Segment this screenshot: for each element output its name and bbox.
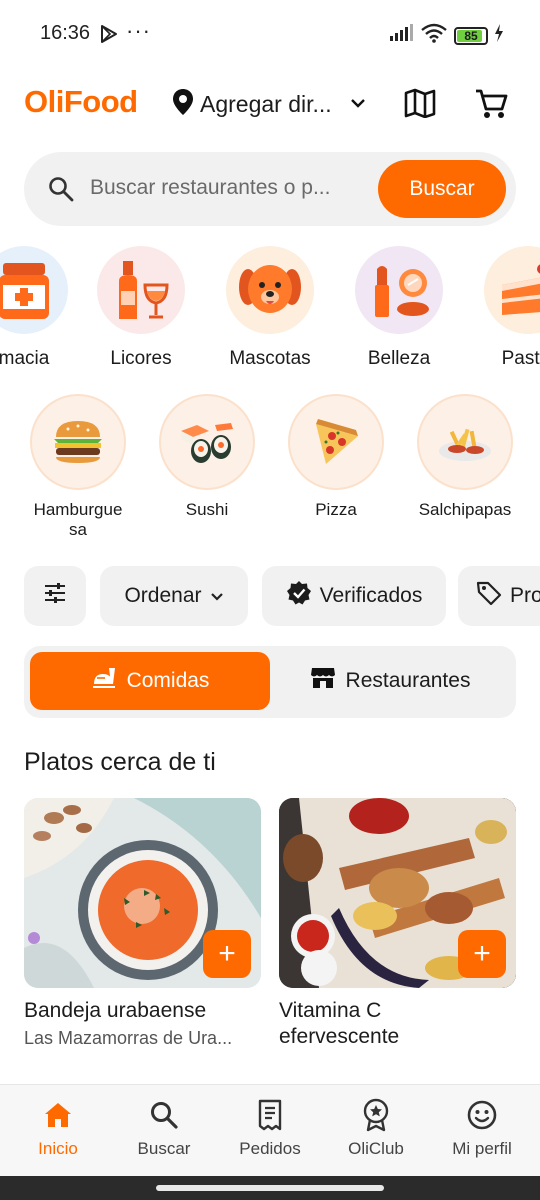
play-store-icon (100, 24, 118, 49)
category-pasteleria[interactable]: Pastel (464, 246, 540, 370)
dish-card[interactable]: + Bandeja urabaense Las Mazamorras de Ur… (24, 798, 261, 1049)
status-more-dots: ··· (126, 18, 151, 43)
dish-image-grill: + (279, 798, 516, 988)
nav-mi-perfil[interactable]: Mi perfil (428, 1097, 536, 1159)
status-time: 16:36 (40, 22, 91, 44)
badge-icon (322, 1097, 430, 1133)
nav-label: Mi perfil (452, 1139, 512, 1158)
olifood-logo[interactable]: OliFood (24, 84, 138, 120)
address-selector[interactable]: Agregar dir... (172, 88, 366, 121)
smiley-icon (428, 1097, 536, 1133)
battery-level: 85 (464, 28, 478, 43)
verified-label: Verificados (319, 584, 423, 607)
category-belleza[interactable]: Belleza (335, 246, 463, 370)
home-gesture-handle[interactable] (156, 1185, 384, 1191)
content-tabs: Comidas Restaurantes (24, 646, 516, 718)
promo-chip[interactable]: Pro (458, 566, 540, 626)
battery-icon: 85 (454, 26, 488, 45)
category-label: Belleza (367, 348, 431, 369)
tab-label: Restaurantes (345, 669, 471, 692)
charging-icon (494, 24, 504, 47)
search-button[interactable]: Buscar (378, 160, 506, 218)
category-mascotas[interactable]: Mascotas (206, 246, 334, 370)
search-bar: Buscar restaurantes o p... Buscar (24, 152, 516, 226)
cake-icon (484, 246, 540, 334)
dish-title: Bandeja urabaense (24, 999, 207, 1022)
dish-card[interactable]: + Vitamina Cefervescente (279, 798, 516, 1050)
gesture-bar (0, 1176, 540, 1200)
home-icon (4, 1097, 112, 1133)
dish-title: Vitamina Cefervescente (279, 999, 400, 1048)
dish-image-soup: + (24, 798, 261, 988)
food-type-label: Salchipapas (418, 500, 512, 519)
sushi-icon (159, 394, 255, 490)
chevron-down-icon (350, 96, 366, 114)
address-label: Agregar dir... (200, 91, 332, 117)
category-pharmacy[interactable]: macia (0, 246, 88, 370)
category-label: Mascotas (229, 348, 311, 369)
food-type-grid: Hamburgue sa Sushi Pizza Salchipapas (0, 394, 540, 544)
status-bar: 16:36 ··· 85 (0, 0, 540, 68)
pharmacy-icon (0, 246, 68, 334)
wifi-icon (420, 23, 448, 48)
category-label: macia (0, 348, 50, 369)
nav-buscar[interactable]: Buscar (110, 1097, 218, 1159)
sort-chip[interactable]: Ordenar (100, 566, 248, 626)
chevron-down-icon (210, 584, 224, 608)
category-carousel[interactable]: macia Licores Mascotas Belleza Pastel (0, 246, 540, 376)
sliders-icon (43, 582, 67, 610)
liquor-icon (97, 246, 185, 334)
filters-button[interactable] (24, 566, 86, 626)
tag-icon (476, 580, 502, 612)
verified-badge-icon (286, 580, 312, 612)
nav-label: Pedidos (239, 1139, 301, 1158)
tab-comidas[interactable]: Comidas (30, 652, 270, 710)
bottom-navigation: Inicio Buscar Pedidos OliClub Mi perfil (0, 1084, 540, 1176)
section-title: Platos cerca de ti (24, 748, 216, 776)
nav-pedidos[interactable]: Pedidos (216, 1097, 324, 1159)
category-licores[interactable]: Licores (77, 246, 205, 370)
food-dish-icon (91, 666, 117, 696)
food-type-label: Sushi (185, 500, 229, 519)
food-type-salchipapas[interactable]: Salchipapas (401, 394, 529, 520)
add-to-cart-button[interactable]: + (458, 930, 506, 978)
tab-restaurantes[interactable]: Restaurantes (270, 652, 510, 710)
food-type-sushi[interactable]: Sushi (143, 394, 271, 520)
makeup-icon (355, 246, 443, 334)
pizza-icon (288, 394, 384, 490)
nav-oliclub[interactable]: OliClub (322, 1097, 430, 1159)
sort-label: Ordenar (124, 584, 202, 607)
tab-label: Comidas (126, 669, 210, 692)
verified-chip[interactable]: Verificados (262, 566, 446, 626)
category-label: Licores (110, 348, 172, 369)
receipt-icon (216, 1097, 324, 1133)
search-input[interactable]: Buscar restaurantes o p... (90, 176, 380, 200)
nav-inicio[interactable]: Inicio (4, 1097, 112, 1159)
location-pin-icon (172, 88, 194, 121)
food-type-pizza[interactable]: Pizza (272, 394, 400, 520)
filter-chips: Ordenar Verificados Pro (24, 566, 540, 626)
nav-label: Inicio (38, 1139, 78, 1158)
dog-icon (226, 246, 314, 334)
salchipapas-icon (417, 394, 513, 490)
add-to-cart-button[interactable]: + (203, 930, 251, 978)
food-type-hamburguesa[interactable]: Hamburgue sa (14, 394, 142, 540)
storefront-icon (310, 666, 336, 696)
search-icon (48, 176, 74, 207)
food-type-label: Hamburgue sa (33, 500, 123, 539)
nav-label: OliClub (348, 1139, 404, 1158)
map-icon[interactable] (404, 88, 436, 123)
nav-label: Buscar (137, 1139, 191, 1158)
category-label: Pastel (501, 348, 540, 369)
search-icon (110, 1097, 218, 1133)
cart-icon[interactable] (474, 88, 508, 125)
dish-restaurant: Las Mazamorras de Ura... (24, 1028, 233, 1048)
burger-icon (30, 394, 126, 490)
promo-label: Pro (510, 584, 540, 607)
app-header: OliFood Agregar dir... (0, 80, 540, 128)
food-type-label: Pizza (315, 500, 357, 519)
signal-icon (388, 24, 414, 47)
